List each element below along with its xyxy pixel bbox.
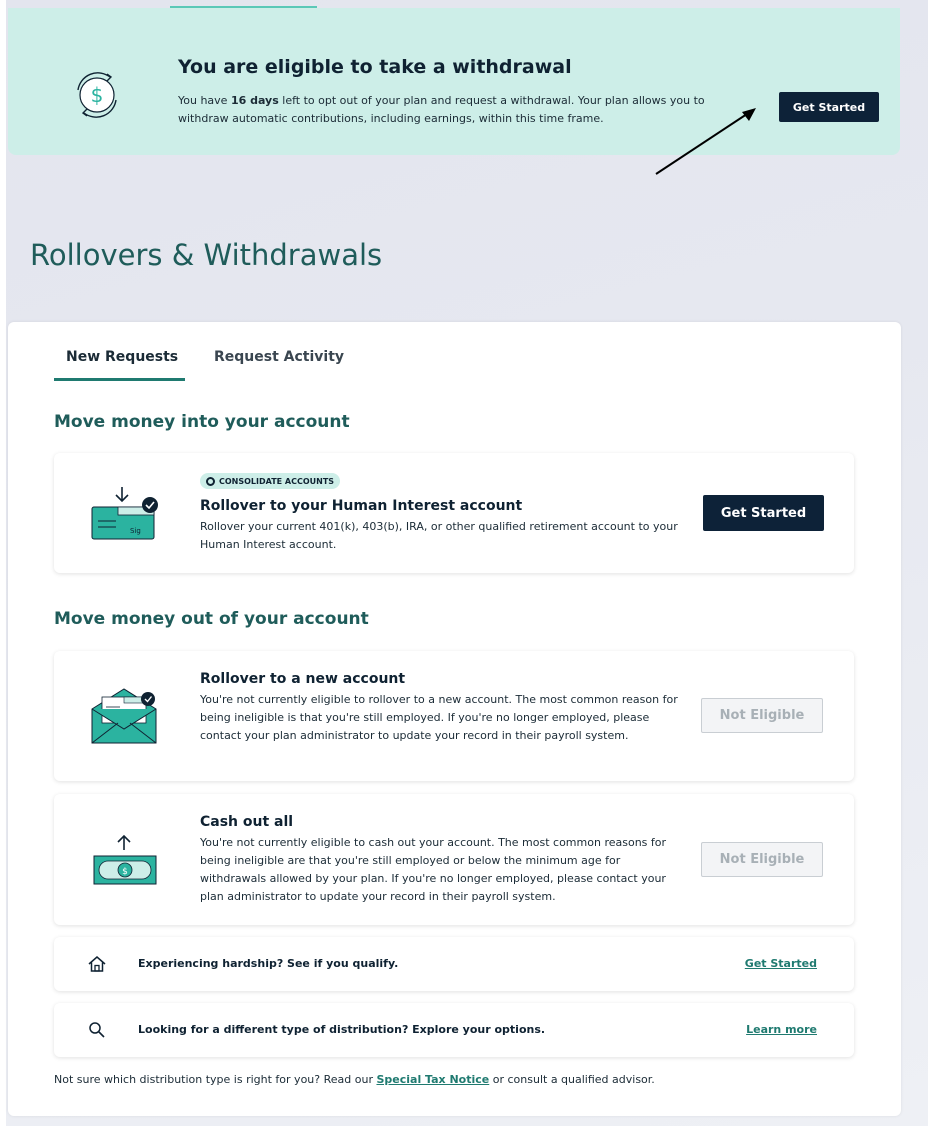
rollover-in-description: Rollover your current 401(k), 403(b), IR… xyxy=(200,520,678,551)
badge-circle-icon xyxy=(206,476,215,486)
special-tax-notice-link[interactable]: Special Tax Notice xyxy=(376,1073,489,1086)
svg-text:$: $ xyxy=(122,867,128,877)
cash-out-description: You're not currently eligible to cash ou… xyxy=(200,836,667,903)
hardship-get-started-link[interactable]: Get Started xyxy=(745,957,817,970)
annotation-arrow xyxy=(655,108,756,175)
home-icon xyxy=(88,955,106,973)
tab-request-activity[interactable]: Request Activity xyxy=(214,340,344,382)
withdrawal-eligibility-banner: $ You are eligible to take a withdrawal … xyxy=(8,8,900,155)
rollover-in-icon: Sig xyxy=(88,483,160,543)
search-icon xyxy=(88,1021,106,1039)
distribution-options-text: Looking for a different type of distribu… xyxy=(138,1023,546,1036)
svg-text:$: $ xyxy=(91,83,104,107)
days-remaining: 16 days xyxy=(230,94,279,107)
cash-out-title: Cash out all xyxy=(200,814,294,830)
cash-out-card: $ Cash out all You're not currently elig… xyxy=(54,794,854,925)
dollar-refresh-icon: $ xyxy=(70,68,124,122)
banner-title: You are eligible to take a withdrawal xyxy=(178,56,572,78)
rollover-in-get-started-button[interactable]: Get Started xyxy=(703,495,824,531)
rollover-in-title: Rollover to your Human Interest account xyxy=(200,498,523,514)
section-heading-move-in: Move money into your account xyxy=(54,412,350,432)
svg-text:Sig: Sig xyxy=(130,527,141,535)
rollover-in-card: Sig CONSOLIDATE ACCOUNTS Rollover to you… xyxy=(54,453,854,573)
rollover-out-not-eligible-button[interactable]: Not Eligible xyxy=(701,698,823,733)
page-title: Rollovers & Withdrawals xyxy=(30,238,383,272)
hardship-text: Experiencing hardship? See if you qualif… xyxy=(138,957,399,970)
hardship-row: Experiencing hardship? See if you qualif… xyxy=(54,937,854,991)
rollover-out-card: Sig Rollover to a new account You're not… xyxy=(54,651,854,781)
section-heading-move-out: Move money out of your account xyxy=(54,609,369,629)
distribution-options-row: Looking for a different type of distribu… xyxy=(54,1003,854,1057)
learn-more-link[interactable]: Learn more xyxy=(746,1023,817,1036)
cash-out-not-eligible-button[interactable]: Not Eligible xyxy=(701,842,823,877)
banner-get-started-button[interactable]: Get Started xyxy=(779,92,879,122)
rollover-out-title: Rollover to a new account xyxy=(200,671,406,687)
consolidate-accounts-badge: CONSOLIDATE ACCOUNTS xyxy=(200,473,341,489)
envelope-icon: Sig xyxy=(90,687,160,745)
active-tab-indicator xyxy=(54,378,185,381)
cash-out-icon: $ xyxy=(92,832,158,888)
tab-new-requests[interactable]: New Requests xyxy=(66,340,178,382)
footer-note: Not sure which distribution type is righ… xyxy=(54,1073,655,1086)
rollover-out-description: You're not currently eligible to rollove… xyxy=(200,693,678,742)
